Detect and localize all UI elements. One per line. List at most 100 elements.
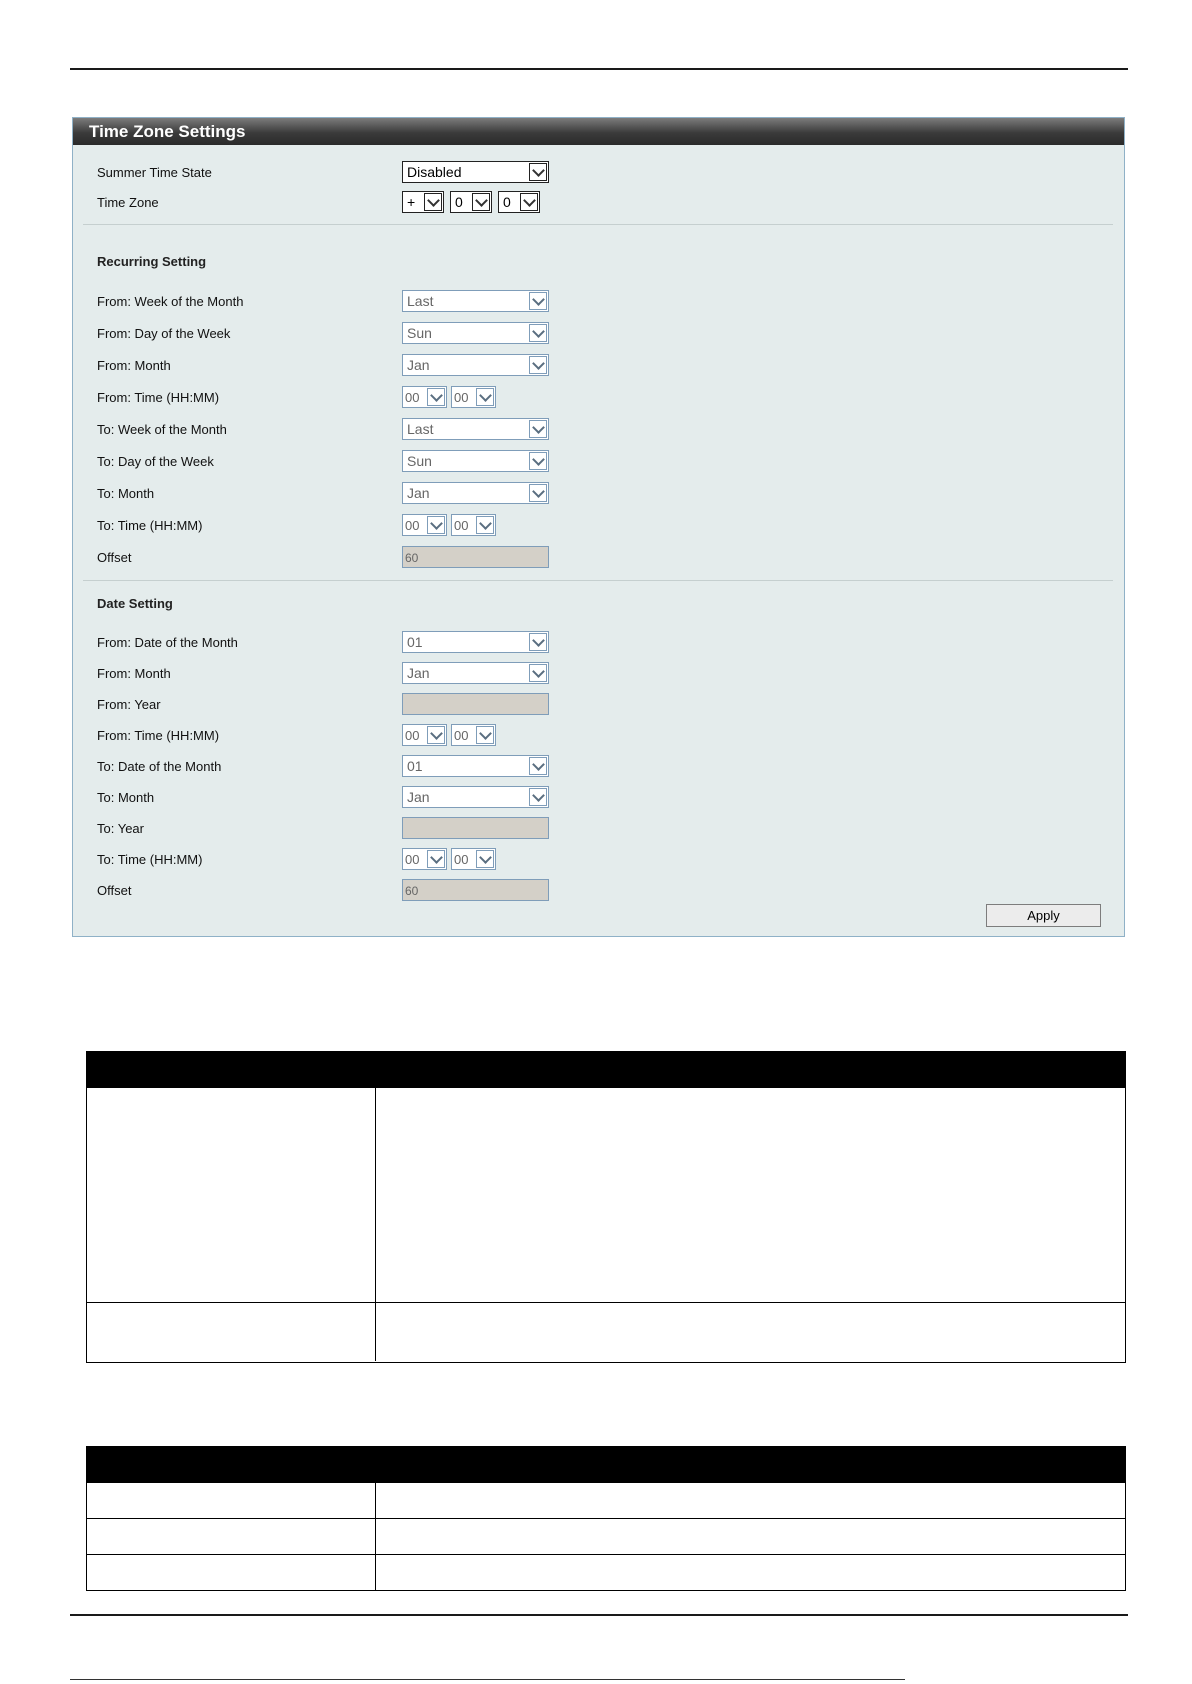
- chevron-down-icon[interactable]: [427, 726, 445, 744]
- recurring-from-time-row: From: Time (HH:MM) 00 00: [97, 386, 1097, 412]
- section-divider: [83, 580, 1113, 581]
- chevron-down-icon[interactable]: [476, 850, 494, 868]
- top-rule: [70, 68, 1128, 70]
- date-from-month-label: From: Month: [97, 666, 171, 681]
- recurring-from-time-label: From: Time (HH:MM): [97, 390, 220, 405]
- time-zone-minutes-select[interactable]: 0: [498, 191, 540, 213]
- recurring-to-day-row: To: Day of the Week Sun: [97, 450, 1097, 476]
- chevron-down-icon[interactable]: [529, 664, 547, 682]
- recurring-from-minute-select[interactable]: 00: [451, 386, 496, 408]
- date-to-time-label: To: Time (HH:MM): [97, 852, 203, 867]
- chevron-down-icon[interactable]: [427, 516, 445, 534]
- panel-title: Time Zone Settings: [73, 117, 1124, 145]
- chevron-down-icon[interactable]: [529, 757, 547, 775]
- time-zone-sign-select[interactable]: +: [402, 191, 444, 213]
- date-to-month-label: To: Month: [97, 790, 155, 805]
- recurring-to-week-row: To: Week of the Month Last: [97, 418, 1097, 444]
- date-from-date-label: From: Date of the Month: [97, 635, 238, 650]
- chevron-down-icon[interactable]: [529, 292, 547, 310]
- chevron-down-icon[interactable]: [529, 324, 547, 342]
- date-from-year-label: From: Year: [97, 697, 161, 712]
- recurring-offset-label: Offset: [97, 550, 132, 565]
- recurring-from-week-label: From: Week of the Month: [97, 294, 244, 309]
- date-to-month-select[interactable]: Jan: [402, 786, 549, 808]
- recurring-from-week-select[interactable]: Last: [402, 290, 549, 312]
- chevron-down-icon[interactable]: [472, 193, 490, 211]
- recurring-to-week-select[interactable]: Last: [402, 418, 549, 440]
- table-row: [87, 1483, 1125, 1518]
- recurring-to-hour-select[interactable]: 00: [402, 514, 447, 536]
- parameter-table-1: [86, 1051, 1126, 1363]
- recurring-from-week-row: From: Week of the Month Last: [97, 290, 1097, 316]
- recurring-from-month-select[interactable]: Jan: [402, 354, 549, 376]
- recurring-from-day-label: From: Day of the Week: [97, 326, 231, 341]
- table-header: [87, 1447, 1125, 1483]
- chevron-down-icon[interactable]: [427, 388, 445, 406]
- time-zone-settings-panel: Time Zone Settings Summer Time State Dis…: [72, 117, 1125, 937]
- chevron-down-icon[interactable]: [476, 726, 494, 744]
- recurring-setting-title: Recurring Setting: [97, 254, 207, 269]
- date-from-time-row: From: Time (HH:MM) 00 00: [97, 724, 1097, 750]
- table-header: [87, 1052, 1125, 1088]
- apply-button[interactable]: Apply: [986, 904, 1101, 927]
- date-from-year-row: From: Year: [97, 693, 1097, 719]
- footer-rule: [70, 1679, 905, 1680]
- date-to-year-label: To: Year: [97, 821, 144, 836]
- recurring-to-minute-select[interactable]: 00: [451, 514, 496, 536]
- recurring-to-day-select[interactable]: Sun: [402, 450, 549, 472]
- date-offset-label: Offset: [97, 883, 132, 898]
- date-offset-field[interactable]: 60: [402, 879, 549, 901]
- date-setting-title: Date Setting: [97, 596, 173, 611]
- recurring-from-month-label: From: Month: [97, 358, 171, 373]
- chevron-down-icon[interactable]: [427, 850, 445, 868]
- date-to-date-select[interactable]: 01: [402, 755, 549, 777]
- date-from-date-select[interactable]: 01: [402, 631, 549, 653]
- chevron-down-icon[interactable]: [529, 356, 547, 374]
- chevron-down-icon[interactable]: [529, 452, 547, 470]
- time-zone-label: Time Zone: [97, 195, 159, 210]
- date-offset-row: Offset 60: [97, 879, 1097, 905]
- recurring-from-hour-select[interactable]: 00: [402, 386, 447, 408]
- recurring-offset-row: Offset 60: [97, 546, 1097, 572]
- chevron-down-icon[interactable]: [476, 516, 494, 534]
- date-to-time-row: To: Time (HH:MM) 00 00: [97, 848, 1097, 874]
- chevron-down-icon[interactable]: [529, 420, 547, 438]
- date-from-minute-select[interactable]: 00: [451, 724, 496, 746]
- recurring-from-day-row: From: Day of the Week Sun: [97, 322, 1097, 348]
- recurring-to-month-row: To: Month Jan: [97, 482, 1097, 508]
- parameter-table-2: [86, 1446, 1126, 1591]
- chevron-down-icon[interactable]: [529, 633, 547, 651]
- date-to-year-field[interactable]: [402, 817, 549, 839]
- chevron-down-icon[interactable]: [476, 388, 494, 406]
- recurring-to-week-label: To: Week of the Month: [97, 422, 227, 437]
- date-from-month-row: From: Month Jan: [97, 662, 1097, 688]
- chevron-down-icon[interactable]: [520, 193, 538, 211]
- chevron-down-icon[interactable]: [529, 163, 547, 181]
- recurring-offset-field[interactable]: 60: [402, 546, 549, 568]
- date-from-hour-select[interactable]: 00: [402, 724, 447, 746]
- recurring-to-month-select[interactable]: Jan: [402, 482, 549, 504]
- table-row: [87, 1302, 1125, 1361]
- chevron-down-icon[interactable]: [529, 788, 547, 806]
- date-to-year-row: To: Year: [97, 817, 1097, 843]
- date-to-month-row: To: Month Jan: [97, 786, 1097, 812]
- date-to-hour-select[interactable]: 00: [402, 848, 447, 870]
- recurring-to-time-row: To: Time (HH:MM) 00 00: [97, 514, 1097, 540]
- summer-time-state-select[interactable]: Disabled: [402, 161, 549, 183]
- date-from-month-select[interactable]: Jan: [402, 662, 549, 684]
- date-from-year-field[interactable]: [402, 693, 549, 715]
- recurring-to-time-label: To: Time (HH:MM): [97, 518, 203, 533]
- date-to-minute-select[interactable]: 00: [451, 848, 496, 870]
- recurring-to-day-label: To: Day of the Week: [97, 454, 214, 469]
- recurring-from-month-row: From: Month Jan: [97, 354, 1097, 380]
- date-from-time-label: From: Time (HH:MM): [97, 728, 220, 743]
- table-row: [87, 1518, 1125, 1554]
- chevron-down-icon[interactable]: [424, 193, 442, 211]
- date-to-date-row: To: Date of the Month 01: [97, 755, 1097, 781]
- chevron-down-icon[interactable]: [529, 484, 547, 502]
- time-zone-row: Time Zone + 0 0: [97, 191, 1097, 217]
- section-divider: [83, 224, 1113, 225]
- time-zone-hours-select[interactable]: 0: [450, 191, 492, 213]
- recurring-from-day-select[interactable]: Sun: [402, 322, 549, 344]
- summer-time-state-label: Summer Time State: [97, 165, 212, 180]
